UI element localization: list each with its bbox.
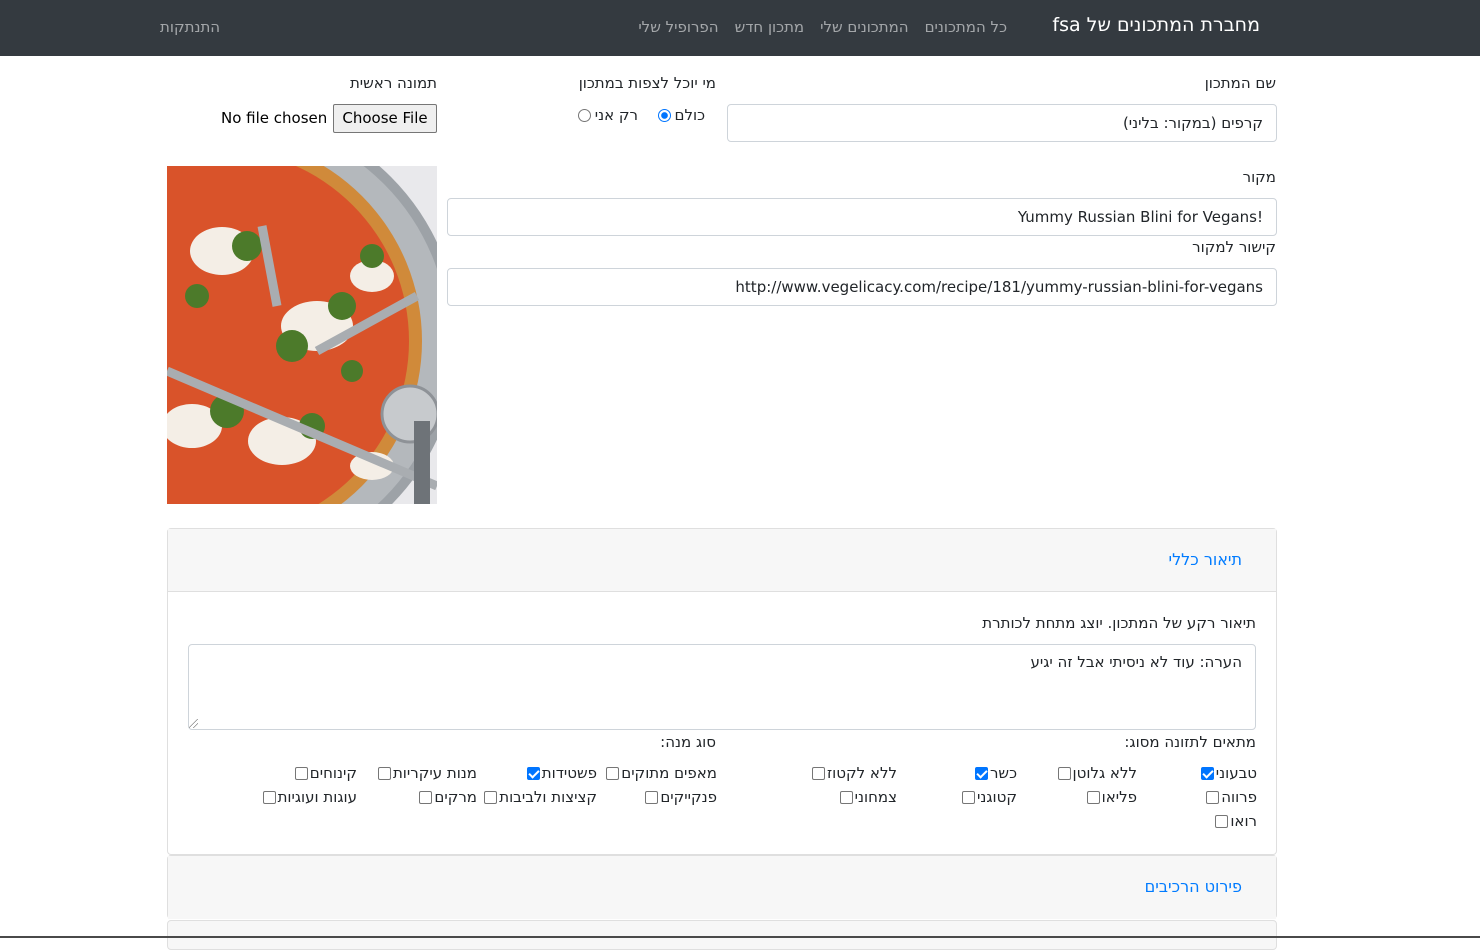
dish-checkbox-main-courses[interactable]: מנות עיקריות	[377, 764, 477, 782]
dish-soups-label: מרקים	[434, 788, 477, 806]
diet-parve-label: פרווה	[1221, 788, 1257, 806]
visibility-option-only-me[interactable]: רק אני	[577, 106, 638, 124]
visibility-label: מי יוכל לצפות במתכון	[578, 74, 716, 92]
diet-checkbox-paleo[interactable]: פליאו	[1086, 788, 1137, 806]
recipe-name-label: שם המתכון	[1204, 74, 1276, 92]
top-navbar: מחברת המתכונים של fsa הפרופיל שלי מתכון …	[0, 0, 1480, 56]
ingredients-card: פירוט הרכיבים	[167, 855, 1277, 919]
checkbox-paleo[interactable]	[1086, 790, 1100, 804]
logout-link[interactable]: התנתקות	[160, 18, 220, 36]
general-description-header: תיאור כללי	[168, 529, 1276, 592]
diet-vegetarian-label: צמחוני	[854, 788, 897, 806]
source-label: מקור	[1242, 168, 1276, 186]
checkbox-kosher[interactable]	[974, 766, 988, 780]
diet-checkbox-keto[interactable]: קטוגני	[962, 788, 1017, 806]
dish-cakes-cookies-label: עוגות ועוגיות	[277, 788, 357, 806]
dish-checkbox-soups[interactable]: מרקים	[419, 788, 477, 806]
file-status-text: No file chosen	[221, 109, 328, 127]
diet-checkbox-vegetarian[interactable]: צמחוני	[839, 788, 897, 806]
resize-handle-icon[interactable]	[189, 719, 198, 728]
nav-my-recipes[interactable]: המתכונים שלי	[820, 18, 908, 36]
ingredients-toggle[interactable]: פירוט הרכיבים	[1145, 877, 1242, 896]
recipe-image	[167, 166, 437, 504]
nav-all-recipes[interactable]: כל המתכונים	[925, 18, 1007, 36]
checkbox-gluten-free[interactable]	[1057, 766, 1071, 780]
dish-desserts-label: קינוחים	[309, 764, 357, 782]
checkbox-patties[interactable]	[484, 790, 498, 804]
checkbox-cakes-cookies[interactable]	[262, 790, 276, 804]
diet-label: מתאים לתזונה מסוג:	[1124, 733, 1256, 751]
diet-checkbox-kosher[interactable]: כשר	[974, 764, 1017, 782]
dish-pancakes-label: פנקייקים	[660, 788, 717, 806]
visibility-option-everyone[interactable]: כולם	[657, 106, 706, 124]
general-description-toggle[interactable]: תיאור כללי	[1169, 550, 1243, 569]
description-textarea[interactable]: הערה: עוד לא ניסיתי אבל זה יגיע	[188, 644, 1256, 730]
diet-lactose-free-label: ללא לקטוז	[826, 764, 897, 782]
diet-checkbox-gluten-free[interactable]: ללא גלוטן	[1057, 764, 1137, 782]
nav-new-recipe[interactable]: מתכון חדש	[735, 18, 805, 36]
main-image-label: תמונה ראשית	[349, 74, 437, 92]
checkbox-parve[interactable]	[1206, 790, 1220, 804]
diet-keto-label: קטוגני	[977, 788, 1017, 806]
next-card	[167, 920, 1277, 950]
diet-kosher-label: כשר	[989, 764, 1017, 782]
radio-everyone-label: כולם	[674, 106, 706, 124]
pizza-image-svg	[167, 166, 437, 504]
dish-quiches-label: פשטידות	[541, 764, 597, 782]
diet-vegan-label: טבעוני	[1215, 764, 1257, 782]
dish-checkbox-patties[interactable]: קציצות ולביבות	[484, 788, 597, 806]
source-input[interactable]: Yummy Russian Blini for Vegans!	[447, 198, 1277, 236]
diet-checkbox-raw[interactable]: רואו	[1215, 812, 1257, 830]
checkbox-raw[interactable]	[1215, 814, 1229, 828]
recipe-name-input[interactable]: קרפים (במקור: בליני)	[727, 104, 1277, 142]
choose-file-button[interactable]: Choose File	[333, 104, 437, 133]
description-label: תיאור רקע של המתכון. יוצג מתחת לכותרת	[982, 614, 1256, 632]
source-link-label: קישור למקור	[1192, 238, 1276, 256]
checkbox-soups[interactable]	[419, 790, 433, 804]
dish-checkbox-cakes-cookies[interactable]: עוגות ועוגיות	[262, 788, 357, 806]
checkbox-vegan[interactable]	[1200, 766, 1214, 780]
ingredients-header: פירוט הרכיבים	[168, 856, 1276, 919]
diet-checkbox-vegan[interactable]: טבעוני	[1200, 764, 1257, 782]
diet-paleo-label: פליאו	[1101, 788, 1137, 806]
diet-raw-label: רואו	[1230, 812, 1257, 830]
dish-checkbox-sweet-pastries[interactable]: מאפים מתוקים	[606, 764, 717, 782]
dish-checkbox-desserts[interactable]: קינוחים	[294, 764, 357, 782]
brand-title[interactable]: מחברת המתכונים של fsa	[1052, 14, 1260, 36]
dish-checkbox-pancakes[interactable]: פנקייקים	[645, 788, 717, 806]
checkbox-desserts[interactable]	[294, 766, 308, 780]
checkbox-vegetarian[interactable]	[839, 790, 853, 804]
checkbox-main-courses[interactable]	[377, 766, 391, 780]
nav-my-profile[interactable]: הפרופיל שלי	[638, 18, 718, 36]
checkbox-pancakes[interactable]	[645, 790, 659, 804]
radio-only-me-label: רק אני	[594, 106, 638, 124]
dish-checkbox-quiches[interactable]: פשטידות	[526, 764, 597, 782]
checkbox-lactose-free[interactable]	[811, 766, 825, 780]
checkbox-keto[interactable]	[962, 790, 975, 804]
dish-sweet-pastries-label: מאפים מתוקים	[621, 764, 717, 782]
dish-type-label: סוג מנה:	[660, 733, 716, 751]
diet-checkbox-parve[interactable]: פרווה	[1206, 788, 1257, 806]
dish-main-courses-label: מנות עיקריות	[392, 764, 477, 782]
diet-checkbox-lactose-free[interactable]: ללא לקטוז	[811, 764, 897, 782]
radio-everyone[interactable]	[657, 108, 671, 122]
nav-links: הפרופיל שלי מתכון חדש המתכונים שלי כל המ…	[638, 18, 1007, 36]
diet-gluten-free-label: ללא גלוטן	[1072, 764, 1137, 782]
dish-patties-label: קציצות ולביבות	[499, 788, 597, 806]
radio-only-me[interactable]	[577, 108, 591, 122]
checkbox-sweet-pastries[interactable]	[606, 766, 620, 780]
source-link-input[interactable]: http://www.vegelicacy.com/recipe/181/yum…	[447, 268, 1277, 306]
checkbox-quiches[interactable]	[526, 766, 540, 780]
